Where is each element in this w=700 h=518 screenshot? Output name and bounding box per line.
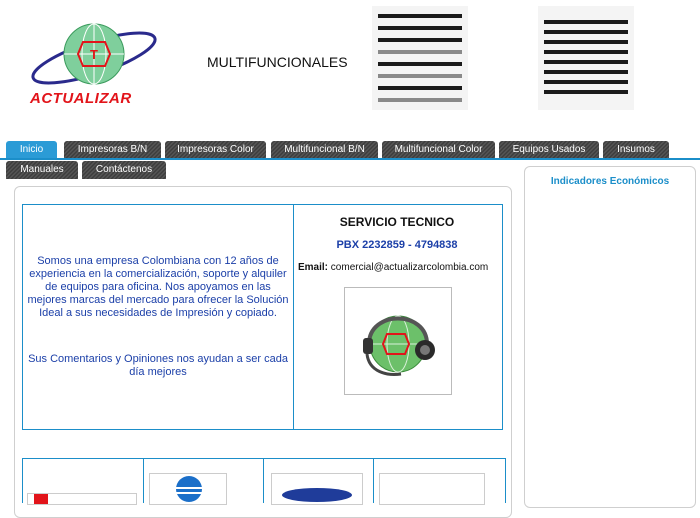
tab-inicio[interactable]: Inicio <box>6 141 57 159</box>
tab-equipos-usados[interactable]: Equipos Usados <box>499 141 599 159</box>
brand-logo[interactable] <box>149 473 227 505</box>
brand-logo[interactable] <box>27 493 137 505</box>
nav-divider <box>0 158 700 160</box>
printer-image <box>372 6 468 110</box>
brand-name: ACTUALIZAR <box>30 90 132 107</box>
intro-paragraph: Somos una empresa Colombiana con 12 años… <box>27 255 289 319</box>
page-title: MULTIFUNCIONALES <box>207 54 348 70</box>
svg-text:T: T <box>90 47 98 62</box>
brand-logo[interactable] <box>379 473 485 505</box>
intro-panel: Somos una empresa Colombiana con 12 años… <box>22 204 294 430</box>
tab-manuales[interactable]: Manuales <box>6 161 78 179</box>
tab-impresoras-color[interactable]: Impresoras Color <box>165 141 266 159</box>
tab-insumos[interactable]: Insumos <box>603 141 669 159</box>
service-panel: SERVICIO TECNICO PBX 2232859 - 4794838 E… <box>292 204 503 430</box>
comments-paragraph: Sus Comentarios y Opiniones nos ayudan a… <box>28 353 288 378</box>
brand-cell <box>263 459 374 505</box>
tab-multifuncional-bn[interactable]: Multifuncional B/N <box>271 141 378 159</box>
tab-impresoras-bn[interactable]: Impresoras B/N <box>64 141 161 159</box>
brand-cell <box>143 459 264 505</box>
service-phone: PBX 2232859 - 4794838 <box>336 239 458 251</box>
support-headset-image <box>344 287 452 395</box>
brand-cell <box>23 459 144 505</box>
service-title: SERVICIO TECNICO <box>339 215 455 229</box>
tab-multifuncional-color[interactable]: Multifuncional Color <box>382 141 495 159</box>
service-email: Email: comercial@actualizarcolombia.com <box>298 262 488 273</box>
sidebar-title: Indicadores Económicos <box>550 176 670 187</box>
email-link[interactable]: comercial@actualizarcolombia.com <box>331 262 488 273</box>
sidebar: Indicadores Económicos <box>524 166 696 508</box>
site-header: T ACTUALIZAR MULTIFUNCIONALES <box>0 0 700 138</box>
email-label: Email: <box>298 262 329 273</box>
brand-logo[interactable] <box>271 473 363 505</box>
printer-image <box>538 6 634 110</box>
tab-contactenos[interactable]: Contáctenos <box>82 161 166 179</box>
brand-cell <box>373 459 505 505</box>
brand-logos-row <box>22 458 506 505</box>
